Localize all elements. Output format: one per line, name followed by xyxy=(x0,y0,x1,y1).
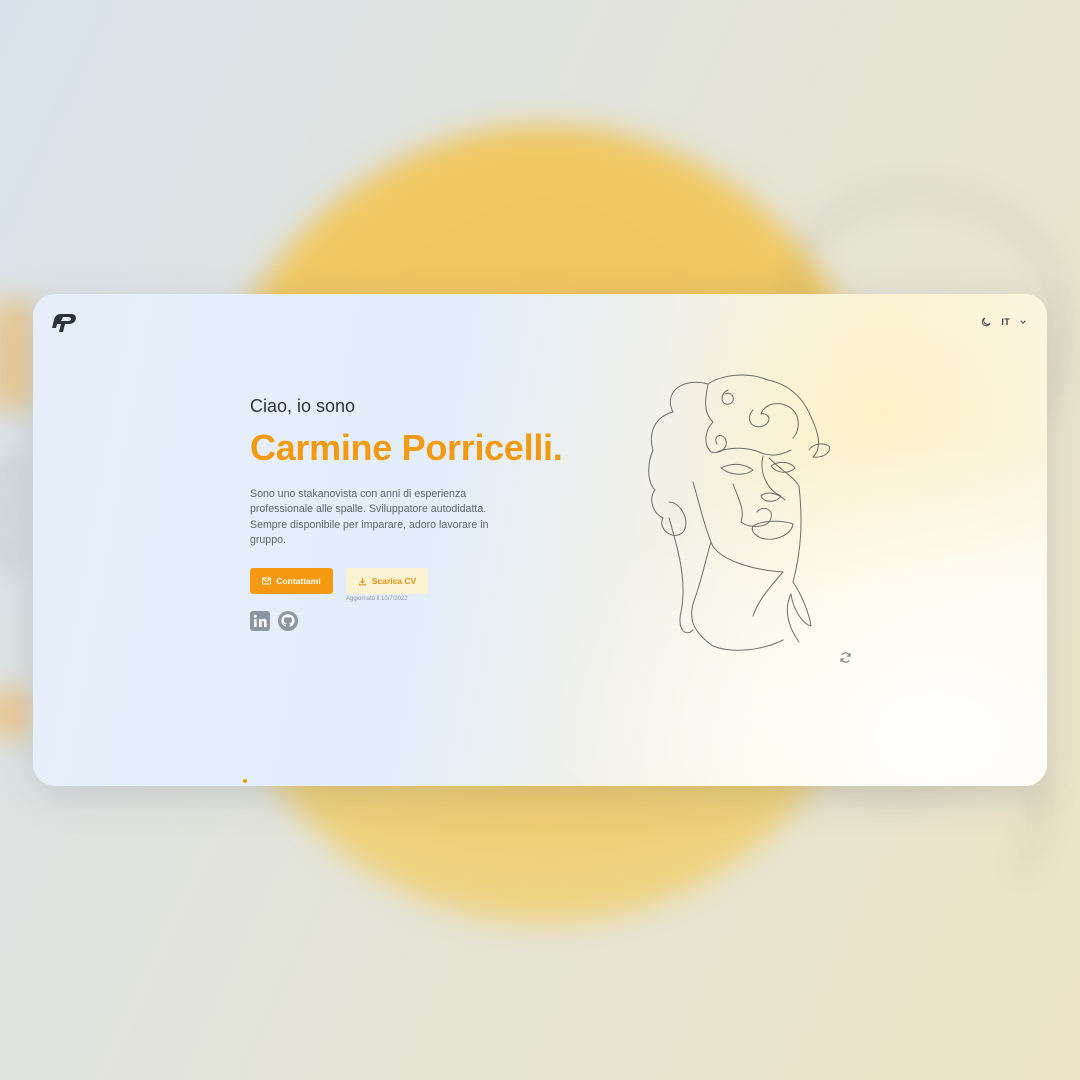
line-art-portrait xyxy=(648,374,830,651)
hero-card: IT Ciao, io sono Carmine Porricelli. Son… xyxy=(33,294,1047,786)
hero-description: Sono uno stakanovista con anni di esperi… xyxy=(250,488,489,546)
hero-name: Carmine Porricelli. xyxy=(250,427,563,468)
background-ghost-button xyxy=(0,690,30,736)
contact-button-label: Contattami xyxy=(276,576,321,586)
download-cv-label: Scarica CV xyxy=(371,576,417,586)
hero-actions: Contattami Scarica CV xyxy=(250,568,428,594)
scroll-indicator xyxy=(243,779,247,783)
logo-icon[interactable] xyxy=(49,312,77,334)
moon-icon[interactable] xyxy=(980,316,992,328)
greeting: Ciao, io sono xyxy=(250,396,356,416)
background-ghost-letter xyxy=(0,300,35,410)
social-links xyxy=(250,611,298,631)
background-ghost-line xyxy=(0,545,30,565)
language-selector[interactable]: IT xyxy=(1001,317,1010,327)
mail-icon xyxy=(262,577,272,585)
background-ghost-line xyxy=(0,505,30,525)
background-ghost-line xyxy=(0,465,30,485)
header-controls: IT xyxy=(980,316,1027,328)
chevron-down-icon[interactable] xyxy=(1019,318,1027,326)
hero-text: Ciao, io sono Carmine Porricelli. Sono u… xyxy=(250,396,590,548)
refresh-icon[interactable] xyxy=(839,651,852,664)
download-icon xyxy=(358,577,366,585)
github-icon[interactable] xyxy=(278,611,298,631)
cv-updated-note: Aggiornato il 10/7/2022 xyxy=(346,596,408,602)
contact-button[interactable]: Contattami xyxy=(250,568,333,594)
linkedin-icon[interactable] xyxy=(250,611,270,631)
download-cv-button[interactable]: Scarica CV xyxy=(346,568,428,594)
